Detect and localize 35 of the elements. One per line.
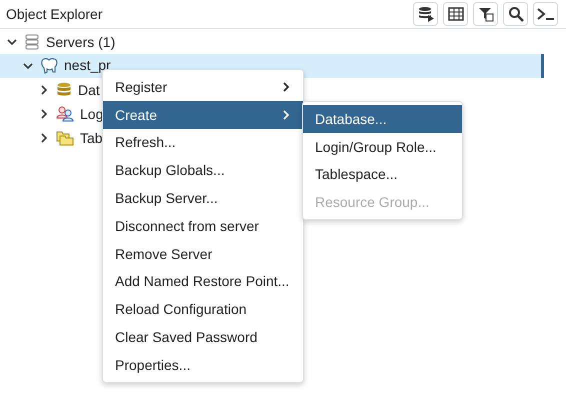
menu-item[interactable]: Clear Saved Password	[103, 323, 303, 351]
menu-item[interactable]: Tablespace...	[303, 160, 462, 188]
menu-item[interactable]: Backup Server...	[103, 184, 303, 212]
database-icon	[56, 82, 72, 98]
server-stack-icon	[24, 34, 40, 50]
search-button[interactable]	[503, 2, 528, 26]
menu-item[interactable]: Backup Globals...	[103, 156, 303, 184]
menu-item[interactable]: Login/Group Role...	[303, 132, 462, 161]
query-button[interactable]	[413, 2, 438, 26]
tree-label[interactable]: Tab	[80, 131, 103, 145]
menu-item[interactable]: Refresh...	[103, 128, 303, 156]
search-icon	[508, 6, 524, 22]
users-icon	[56, 106, 74, 122]
menu-item[interactable]: Remove Server	[103, 240, 303, 268]
tree-label[interactable]: Dat	[78, 83, 100, 97]
chevron-right-icon	[281, 108, 291, 121]
terminal-button[interactable]	[533, 2, 558, 26]
chevron-right-icon	[281, 80, 291, 93]
panel-title: Object Explorer	[6, 6, 102, 22]
menu-item[interactable]: Database...	[303, 105, 462, 133]
filter-button[interactable]	[473, 2, 498, 26]
menu-item[interactable]: Add Named Restore Point...	[103, 268, 303, 296]
menu-item[interactable]: Disconnect from server	[103, 212, 303, 240]
folders-icon	[56, 130, 74, 146]
tree-label[interactable]: Servers (1)	[46, 35, 116, 49]
table-button[interactable]	[443, 2, 468, 26]
terminal-icon	[536, 7, 554, 21]
table-icon	[448, 7, 464, 21]
menu-item[interactable]: Properties...	[103, 350, 303, 379]
database-play-icon	[418, 6, 434, 22]
menu-item[interactable]: Register	[103, 73, 303, 101]
menu-item[interactable]: Reload Configuration	[103, 295, 303, 324]
filter-icon	[478, 6, 494, 22]
menu-item[interactable]: Create	[103, 100, 303, 129]
tree-label[interactable]: nest_pr	[64, 58, 111, 72]
